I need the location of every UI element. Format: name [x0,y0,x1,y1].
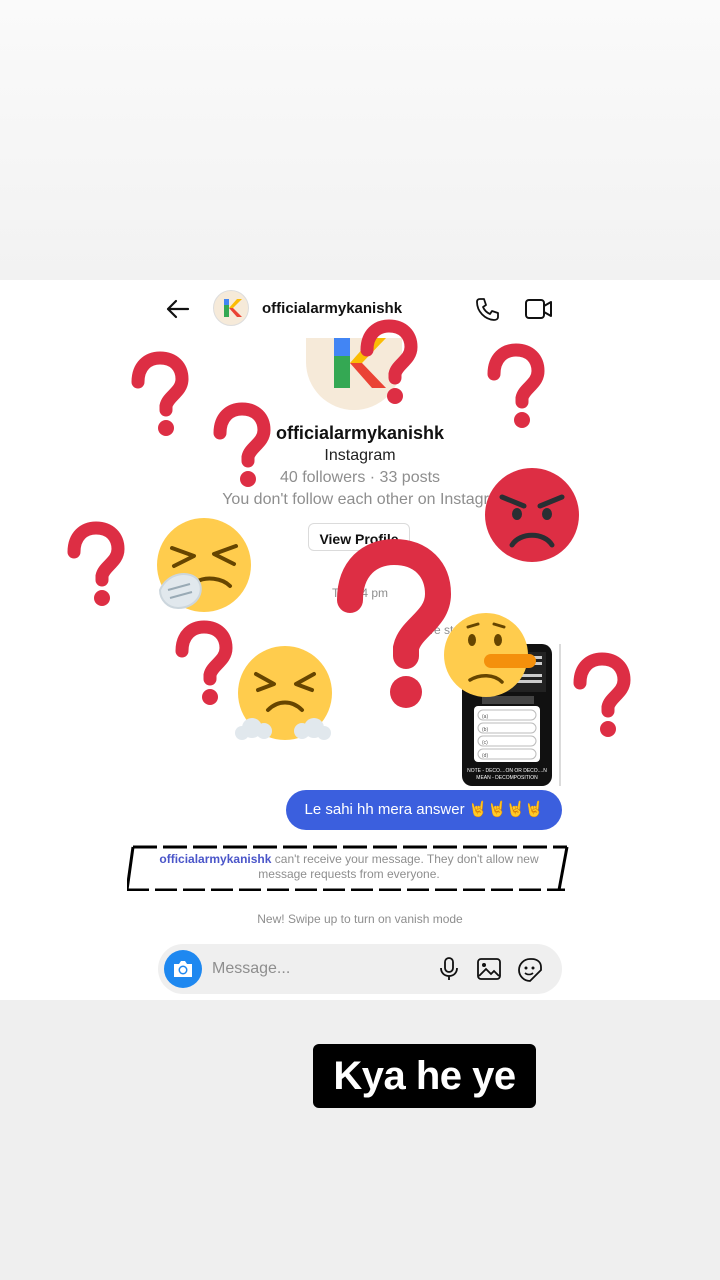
phone-icon[interactable] [472,294,502,324]
story-thumbnail[interactable]: (a) (b) (c) (d) NOTE - DECO....ON OR DEC… [462,644,552,786]
request-restricted-notice: officialarmykanishk can't receive your m… [127,845,569,891]
profile-subtitle: Instagram [324,447,396,464]
camera-icon [174,961,192,977]
sticker-icon[interactable] [516,956,544,984]
notice-message: can't receive your message. They don't a… [258,852,539,881]
profile-avatar[interactable] [306,338,402,410]
follow-status: You don't follow each other on Instagra [222,491,498,508]
profile-stats: 40 followers · 33 posts [279,469,441,486]
back-arrow-icon[interactable] [162,294,192,324]
profile-name: officialarmykanishk [275,423,445,443]
video-call-icon[interactable] [522,294,554,324]
sent-message-bubble[interactable]: Le sahi hh mera answer 🤘🤘🤘🤘 [286,790,562,830]
story-text-line-2: MEAN - DECOMPOSITION [476,775,538,781]
story-caption: Kya he ye [313,1044,536,1108]
story-option-d: (d) [482,753,488,759]
view-profile-button[interactable]: View Profile [308,523,410,551]
avatar[interactable] [213,290,249,326]
microphone-icon[interactable] [436,956,462,982]
story-option-c: (c) [482,740,488,746]
message-input[interactable]: Message... [212,960,290,978]
notice-username[interactable]: officialarmykanishk [159,852,271,866]
story-preview: (a) (b) (c) (d) NOTE - DECO....ON OR DEC… [467,652,547,781]
camera-button[interactable] [164,950,202,988]
dm-screenshot: officialarmykanishk officialarmykanishk … [0,280,720,1000]
k-logo-icon [224,299,242,317]
header-username[interactable]: officialarmykanishk [262,300,402,317]
story-option-b: (b) [482,727,488,733]
story-background-bottom [0,1000,720,1280]
story-background-top [0,0,720,280]
story-option-a: (a) [482,714,488,720]
notice-text: officialarmykanishk can't receive your m… [149,852,549,882]
chat-timestamp: Toda 4 pm [331,586,389,600]
story-text-line-1: NOTE - DECO....ON OR DECO....N [467,768,547,774]
gallery-icon[interactable] [476,956,502,982]
message-composer: Message... [158,944,562,994]
replied-to-story-label: re story [430,623,471,637]
vanish-mode-hint: New! Swipe up to turn on vanish mode [257,912,463,926]
chat-header: officialarmykanishk [0,280,720,338]
k-logo-icon [334,338,386,388]
reply-divider [559,644,561,786]
